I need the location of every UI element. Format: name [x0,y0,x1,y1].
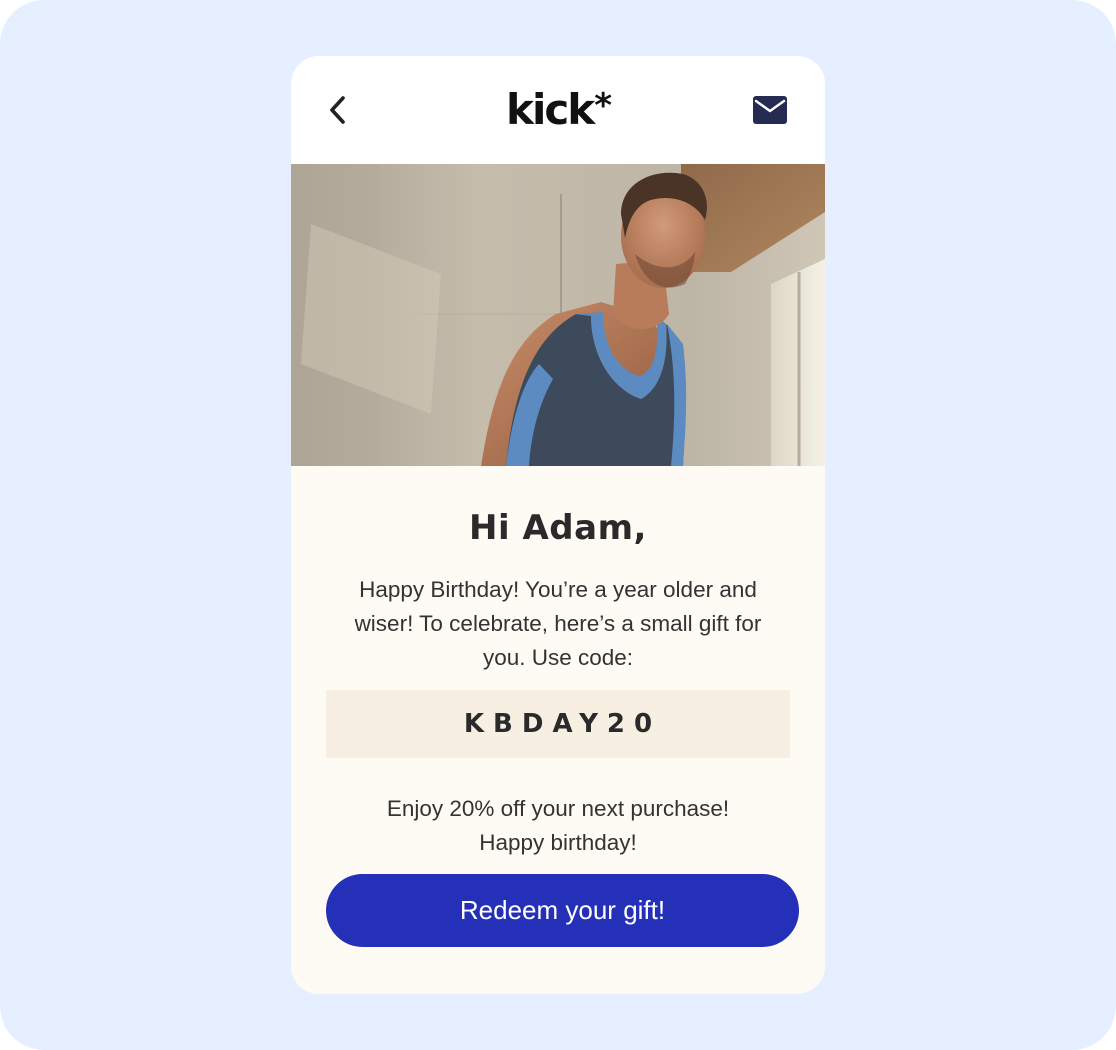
brand-logo: kick* [291,84,825,136]
mail-button[interactable] [753,96,787,124]
birthday-message: Happy Birthday! You’re a year older and … [354,577,762,670]
hero-image [291,164,825,466]
offer-line-2: Happy birthday! [479,830,637,855]
redeem-gift-button[interactable]: Redeem your gift! [326,874,799,947]
envelope-icon [753,96,787,124]
email-header: kick* [291,56,825,164]
email-body: Hi Adam, Happy Birthday! You’re a year o… [291,466,825,994]
email-card: kick* Hi Adam, Happy Birthday! You’re a … [291,56,825,994]
promo-code: KBDAY20 [463,709,662,739]
hero-photo [291,164,825,466]
offer-line-1: Enjoy 20% off your next purchase! [386,796,730,821]
offer-text: Enjoy 20% off your next purchase! Happy … [331,792,785,860]
greeting-heading: Hi Adam, [469,508,647,548]
brand-logo-mark: * [594,86,612,126]
brand-logo-text: kick [506,85,595,134]
promo-code-box: KBDAY20 [326,690,790,758]
canvas-background: kick* Hi Adam, Happy Birthday! You’re a … [0,0,1116,1050]
